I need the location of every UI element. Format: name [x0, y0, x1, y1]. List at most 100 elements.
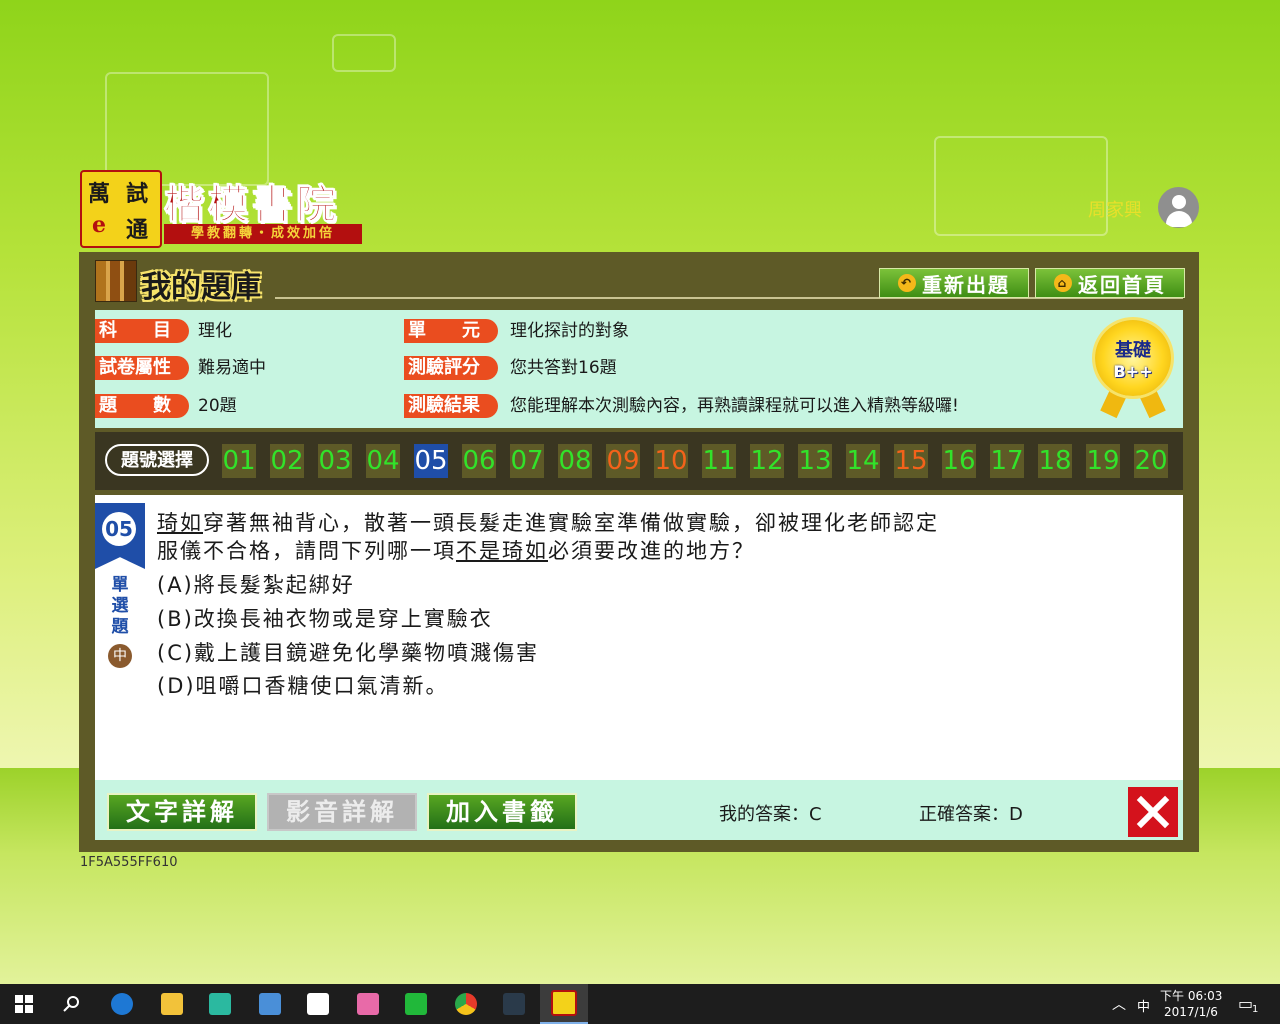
- background-square: [332, 34, 396, 72]
- clock-time[interactable]: 下午 06:03: [1160, 987, 1222, 1004]
- logo-badge-char: 萬: [88, 181, 111, 207]
- question-emphasis: 不是: [456, 539, 502, 563]
- option-d: (D)咀嚼口香糖使口氣清新。: [157, 674, 449, 698]
- wrong-mark-icon: [1128, 787, 1178, 837]
- question-text-part: 穿著無袖背心，散著一頭長髮走進實驗室準備做實驗，卻被理化老師認定: [203, 511, 939, 535]
- page-header: 我的題庫: [95, 260, 275, 305]
- option-b: (B)改換長袖衣物或是穿上實驗衣: [157, 607, 493, 631]
- question-number-button[interactable]: 15: [894, 444, 928, 478]
- device-code: 1F5A555FF610: [80, 855, 178, 870]
- question-number-button[interactable]: 13: [798, 444, 832, 478]
- question-number-button[interactable]: 09: [606, 444, 640, 478]
- attr-label: 試卷屬性: [95, 356, 189, 380]
- question-number-badge: 05: [95, 503, 145, 569]
- question-number-button[interactable]: 05: [414, 444, 448, 478]
- question-area: 05 單選題 中 琦如穿著無袖背心，散著一頭長髮走進實驗室準備做實驗，卻被理化老…: [95, 495, 1183, 782]
- question-number-button[interactable]: 12: [750, 444, 784, 478]
- user-avatar-icon[interactable]: [1158, 187, 1199, 228]
- file-explorer-icon[interactable]: [148, 984, 196, 1024]
- background-square: [934, 136, 1108, 236]
- main-panel: 我的題庫 ↶ 重新出題 ⌂ 返回首頁 科 目 理化 單 元 理化探討的對象 試卷…: [79, 252, 1199, 852]
- option-c: (C)戴上護目鏡避免化學藥物噴濺傷害: [157, 641, 540, 665]
- logo-badge-char: e: [92, 212, 106, 238]
- nox-app-icon[interactable]: [490, 984, 538, 1024]
- question-number-button[interactable]: 01: [222, 444, 256, 478]
- page-title: 我的題庫: [141, 270, 261, 305]
- user-name[interactable]: 周家興: [1088, 196, 1142, 222]
- book-icon: [95, 260, 137, 302]
- subject-label: 科 目: [95, 319, 189, 343]
- ime-indicator[interactable]: 中: [1137, 996, 1150, 1015]
- count-label: 題 數: [95, 394, 189, 418]
- video-explain-button: 影音詳解: [267, 793, 417, 831]
- retest-button[interactable]: ↶ 重新出題: [879, 268, 1029, 298]
- question-text-part: 必須要改進的地方？: [548, 539, 755, 563]
- unit-value: 理化探討的對象: [510, 321, 629, 341]
- question-number: 05: [102, 512, 136, 546]
- attr-value: 難易適中: [198, 358, 266, 378]
- line-app-icon[interactable]: [392, 984, 440, 1024]
- question-name-underlined: 琦如: [502, 539, 548, 563]
- correct-answer: 正確答案：D: [919, 804, 1023, 825]
- question-number-button[interactable]: 17: [990, 444, 1024, 478]
- question-number-button[interactable]: 14: [846, 444, 880, 478]
- grade-medal-icon: 基礎 B++: [1095, 320, 1171, 396]
- question-number-button[interactable]: 08: [558, 444, 592, 478]
- retest-label: 重新出題: [922, 272, 1010, 297]
- taskbar: ︿ 中 下午 06:03 2017/1/6 ▭ 1: [0, 984, 1280, 1024]
- question-number-button[interactable]: 06: [462, 444, 496, 478]
- logo-subtitle: 學教翻轉・成效加倍: [164, 224, 362, 244]
- logo-badge-char: 試: [126, 181, 149, 207]
- photos-icon[interactable]: [344, 984, 392, 1024]
- search-icon[interactable]: [48, 984, 96, 1024]
- text-explain-button[interactable]: 文字詳解: [107, 793, 257, 831]
- home-label: 返回首頁: [1078, 272, 1166, 297]
- home-button[interactable]: ⌂ 返回首頁: [1035, 268, 1185, 298]
- my-answer: 我的答案：C: [719, 804, 822, 825]
- question-number-button[interactable]: 10: [654, 444, 688, 478]
- question-select-button[interactable]: 題號選擇: [105, 444, 209, 476]
- result-value: 您能理解本次測驗內容，再熟讀課程就可以進入精熟等級囉!: [510, 396, 959, 416]
- question-number-button[interactable]: 07: [510, 444, 544, 478]
- store-icon[interactable]: [294, 984, 342, 1024]
- subject-value: 理化: [198, 321, 232, 341]
- app-logo: 萬 試 e 通 楷模書院 學教翻轉・成效加倍: [80, 168, 370, 248]
- medal-grade: B++: [1113, 362, 1153, 381]
- question-number-button[interactable]: 03: [318, 444, 352, 478]
- notification-count: 1: [1252, 1004, 1259, 1015]
- unit-label: 單 元: [404, 319, 498, 343]
- option-a: (A)將長髮紮起綁好: [157, 573, 355, 597]
- count-value: 20題: [198, 396, 237, 416]
- question-name-underlined: 琦如: [157, 511, 203, 535]
- medal-level: 基礎: [1115, 340, 1151, 361]
- logo-badge-char: 通: [126, 217, 149, 243]
- question-number-button[interactable]: 18: [1038, 444, 1072, 478]
- question-navigator: 題號選擇 01 02 03 04 05 06 07 08 09 10 11 12 13 14 15 16 17 1…: [95, 432, 1183, 490]
- chat-app-icon[interactable]: [196, 984, 244, 1024]
- windows-start-icon[interactable]: [0, 984, 48, 1024]
- chrome-icon[interactable]: [442, 984, 490, 1024]
- clock-date[interactable]: 2017/1/6: [1164, 1005, 1218, 1019]
- question-number-button[interactable]: 11: [702, 444, 736, 478]
- score-label: 測驗評分: [404, 356, 498, 380]
- exam-app-icon[interactable]: [540, 984, 588, 1024]
- question-number-button[interactable]: 04: [366, 444, 400, 478]
- question-number-button[interactable]: 20: [1134, 444, 1168, 478]
- notification-icon[interactable]: ▭: [1238, 994, 1253, 1013]
- question-number-button[interactable]: 16: [942, 444, 976, 478]
- question-text: 琦如穿著無袖背心，散著一頭長髮走進實驗室準備做實驗，卻被理化老師認定 服儀不合格…: [157, 509, 1027, 565]
- edge-browser-icon[interactable]: [98, 984, 146, 1024]
- question-number-button[interactable]: 02: [270, 444, 304, 478]
- result-label: 測驗結果: [404, 394, 498, 418]
- undo-icon: ↶: [898, 274, 916, 292]
- bookmark-button[interactable]: 加入書籤: [427, 793, 577, 831]
- network-app-icon[interactable]: [246, 984, 294, 1024]
- question-type: 單選題: [111, 575, 129, 637]
- answer-footer: 文字詳解 影音詳解 加入書籤 我的答案：C 正確答案：D: [95, 780, 1183, 840]
- logo-badge: 萬 試 e 通: [80, 170, 162, 248]
- logo-title: 楷模書院: [164, 181, 340, 229]
- question-number-button[interactable]: 19: [1086, 444, 1120, 478]
- tray-chevron-icon[interactable]: ︿: [1112, 994, 1126, 1014]
- score-value: 您共答對16題: [510, 358, 617, 378]
- home-icon: ⌂: [1054, 274, 1072, 292]
